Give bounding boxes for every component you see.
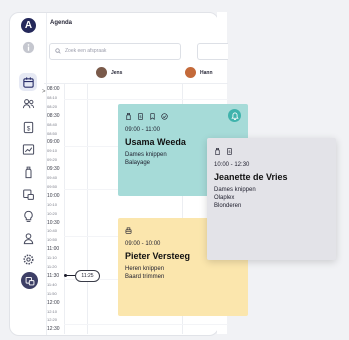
- time-label: 11:40: [47, 281, 57, 287]
- secondary-filter-field[interactable]: [197, 43, 228, 60]
- receipt-icon: $: [227, 147, 232, 155]
- sidebar: A > $: [10, 13, 47, 335]
- time-label: 09:50: [47, 183, 58, 189]
- svg-text:$: $: [140, 114, 142, 118]
- employee-name: Hann: [200, 69, 213, 76]
- appointment-time: 09:00 - 11:00: [125, 127, 160, 133]
- users-icon[interactable]: [22, 97, 35, 110]
- cash-register-icon[interactable]: $: [22, 121, 35, 134]
- bottle-icon: [215, 147, 220, 155]
- time-label: 10:40: [47, 228, 58, 234]
- person-icon[interactable]: [22, 232, 35, 245]
- gear-icon[interactable]: [22, 253, 35, 266]
- current-time-badge: 11:25: [75, 270, 100, 282]
- user-menu-icon[interactable]: [21, 272, 38, 289]
- time-label: 09:00: [47, 139, 60, 146]
- employee-header-hann[interactable]: Hann: [185, 67, 213, 78]
- time-label: 11:30: [47, 272, 60, 279]
- time-label: 10:30: [47, 219, 60, 226]
- svg-text:$: $: [229, 149, 231, 153]
- time-label: 12:20: [47, 317, 58, 323]
- time-label: 11:10: [47, 255, 57, 261]
- time-label: 08:20: [47, 103, 58, 109]
- search-icon: [55, 48, 61, 54]
- appointment-service: Olaplex: [214, 195, 235, 201]
- appointment-status-icons: $: [214, 147, 336, 155]
- time-label: 08:50: [47, 130, 58, 136]
- appointment-card-dragging[interactable]: $ 10:00 - 12:30 Jeanette de Vries Dames …: [207, 138, 336, 260]
- bookmark-icon: [150, 112, 155, 120]
- column-divider: [87, 84, 88, 334]
- appointment-client: Jeanette de Vries: [214, 172, 288, 182]
- time-label: 09:30: [47, 166, 60, 173]
- time-label: 11:50: [47, 290, 57, 296]
- time-label: 09:40: [47, 175, 58, 180]
- time-label: 09:20: [47, 157, 58, 163]
- employee-header-jens[interactable]: Jens: [96, 67, 122, 78]
- time-label: 12:10: [47, 308, 58, 314]
- time-label: 10:20: [47, 210, 58, 216]
- time-label: 08:00: [47, 86, 60, 92]
- avatar: [185, 67, 196, 78]
- time-label: 10:10: [47, 201, 58, 207]
- bottle-icon: [126, 112, 131, 120]
- time-label: 10:00: [47, 192, 60, 199]
- appointment-service: Dames knippen: [214, 187, 256, 193]
- time-label: 08:10: [47, 94, 58, 100]
- time-axis: 08:00 08:10 08:20 08:30 08:40 08:50 09:00 09:10…: [44, 84, 65, 334]
- svg-text:$: $: [27, 125, 31, 132]
- search-placeholder: Zoek een afspraak: [65, 48, 107, 54]
- search-input[interactable]: Zoek een afspraak: [49, 43, 181, 60]
- time-label: 08:40: [47, 121, 58, 127]
- avatar: [96, 67, 107, 78]
- employee-name: Jens: [111, 69, 123, 76]
- cash-register-icon: [125, 227, 132, 234]
- receipt-icon: $: [138, 112, 143, 120]
- app-logo[interactable]: A: [21, 18, 36, 33]
- bottle-icon[interactable]: [22, 166, 35, 179]
- current-time-line: [66, 275, 75, 276]
- calendar-icon[interactable]: [19, 73, 37, 91]
- lightbulb-icon[interactable]: [22, 210, 35, 223]
- appointment-service: Baard trimmen: [125, 274, 165, 280]
- row-divider: [64, 324, 228, 325]
- time-label: 10:50: [47, 237, 58, 243]
- bell-icon[interactable]: [228, 109, 241, 122]
- box-icon[interactable]: [22, 188, 35, 201]
- time-label: 09:10: [47, 148, 58, 154]
- time-label: 12:00: [47, 299, 60, 306]
- time-label: 08:30: [47, 112, 60, 119]
- check-circle-icon: [161, 112, 168, 120]
- appointment-service: Heren knippen: [125, 266, 165, 272]
- info-icon[interactable]: [22, 41, 35, 54]
- chart-icon[interactable]: [22, 143, 35, 156]
- appointment-service: Blonderen: [214, 203, 242, 209]
- row-divider: [64, 99, 228, 100]
- time-label: 11:00: [47, 246, 60, 253]
- page-title: Agenda: [50, 20, 73, 26]
- time-label: 12:30: [47, 326, 60, 333]
- time-label: 11:20: [47, 264, 57, 269]
- appointment-time: 10:00 - 12:30: [214, 162, 250, 168]
